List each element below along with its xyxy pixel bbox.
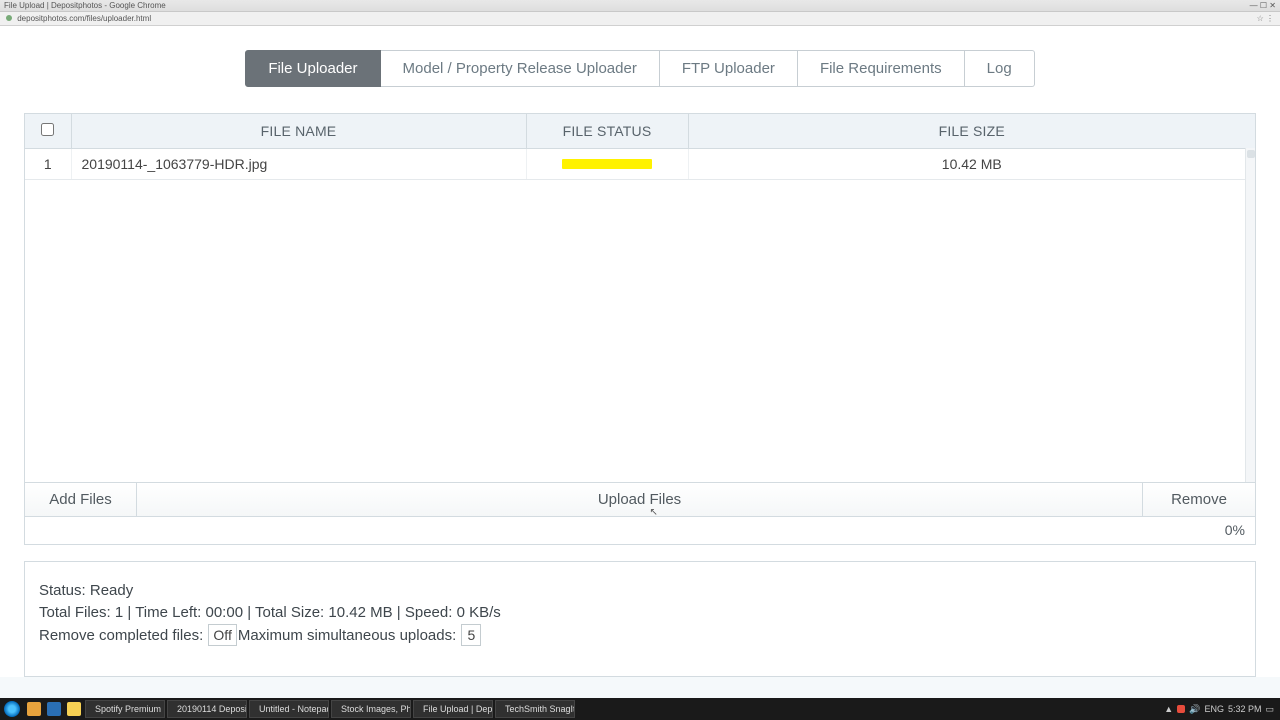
- taskbar-item-label: Untitled - Notepad: [259, 704, 329, 714]
- max-uploads-label: Maximum simultaneous uploads:: [238, 627, 456, 644]
- row-number: 1: [25, 149, 71, 180]
- taskbar-item[interactable]: 20190114 Depositphot…: [167, 700, 247, 718]
- max-uploads-select[interactable]: 5: [461, 624, 481, 646]
- browser-menu-icon[interactable]: ☆ ⋮: [1257, 12, 1274, 26]
- cell-file-name: 20190114-_1063779-HDR.jpg: [71, 149, 526, 180]
- table-row[interactable]: 1 20190114-_1063779-HDR.jpg 10.42 MB: [25, 149, 1255, 180]
- browser-address-bar[interactable]: depositphotos.com/files/uploader.html ☆ …: [0, 12, 1280, 26]
- total-size-value: 10.42 MB: [328, 604, 392, 621]
- col-file-size: FILE SIZE: [688, 114, 1255, 149]
- upload-files-button[interactable]: Upload Files ↖: [137, 483, 1143, 516]
- tab-log[interactable]: Log: [965, 50, 1035, 87]
- table-scroll-thumb[interactable]: [1247, 150, 1255, 158]
- tab-release-uploader[interactable]: Model / Property Release Uploader: [381, 50, 660, 87]
- browser-url: depositphotos.com/files/uploader.html: [17, 14, 151, 23]
- taskbar-item-notepad[interactable]: Untitled - Notepad: [249, 700, 329, 718]
- overall-progress-percent: 0%: [1225, 522, 1245, 538]
- taskbar-item-label: File Upload | Dep…: [423, 704, 493, 714]
- page-content: File Uploader Model / Property Release U…: [0, 26, 1280, 677]
- tray-up-icon[interactable]: ▲: [1164, 704, 1173, 714]
- speed-value: 0 KB/s: [457, 604, 501, 621]
- overall-progress-bar: 0%: [24, 517, 1256, 545]
- taskbar-pinned-icon[interactable]: [27, 702, 41, 716]
- start-button[interactable]: [4, 701, 20, 717]
- windows-taskbar[interactable]: Spotify Premium 20190114 Depositphot… Un…: [0, 698, 1280, 720]
- upload-progress-bar: [562, 159, 652, 169]
- status-line: Status: Ready: [39, 580, 1241, 602]
- add-files-button[interactable]: Add Files: [25, 483, 137, 516]
- cell-file-status: [526, 149, 688, 180]
- tray-icon[interactable]: [1177, 705, 1185, 713]
- taskbar-item-label: Stock Images, Photos…: [341, 704, 411, 714]
- time-left-label: Time Left:: [135, 604, 201, 621]
- taskbar-item-spotify[interactable]: Spotify Premium: [85, 700, 165, 718]
- select-all-checkbox[interactable]: [41, 123, 54, 136]
- tab-ftp-uploader[interactable]: FTP Uploader: [660, 50, 798, 87]
- taskbar-pinned-icon[interactable]: [47, 702, 61, 716]
- tray-volume-icon[interactable]: 🔊: [1189, 704, 1200, 715]
- remove-completed-select[interactable]: Off: [208, 624, 236, 646]
- total-files-value: 1: [115, 604, 123, 621]
- status-panel: Status: Ready Total Files: 1 | Time Left…: [24, 561, 1256, 677]
- time-left-value: 00:00: [206, 604, 244, 621]
- tray-lang[interactable]: ENG: [1204, 704, 1224, 714]
- status-options-line: Remove completed files: OffMaximum simul…: [39, 624, 1241, 647]
- lock-icon: [6, 15, 12, 21]
- tab-file-uploader[interactable]: File Uploader: [245, 50, 380, 87]
- status-value: Ready: [90, 582, 133, 599]
- col-file-status: FILE STATUS: [526, 114, 688, 149]
- window-controls[interactable]: — ☐ ✕: [1250, 0, 1276, 11]
- status-stats-line: Total Files: 1 | Time Left: 00:00 | Tota…: [39, 602, 1241, 624]
- taskbar-pinned-icon[interactable]: [67, 702, 81, 716]
- total-files-label: Total Files:: [39, 604, 111, 621]
- total-size-label: Total Size:: [255, 604, 324, 621]
- table-scrollbar[interactable]: [1245, 148, 1255, 482]
- cursor-icon: ↖: [650, 507, 658, 515]
- speed-label: Speed:: [405, 604, 453, 621]
- remove-button[interactable]: Remove: [1143, 483, 1255, 516]
- status-label: Status:: [39, 582, 86, 599]
- tab-file-requirements[interactable]: File Requirements: [798, 50, 965, 87]
- system-tray[interactable]: ▲ 🔊 ENG 5:32 PM ▭: [1158, 704, 1280, 715]
- taskbar-item-label: Spotify Premium: [95, 704, 161, 714]
- cell-file-size: 10.42 MB: [688, 149, 1255, 180]
- tray-time[interactable]: 5:32 PM: [1228, 704, 1262, 714]
- browser-tab-title: File Upload | Depositphotos - Google Chr…: [4, 0, 166, 11]
- taskbar-item[interactable]: Stock Images, Photos…: [331, 700, 411, 718]
- select-all-header[interactable]: [25, 114, 71, 149]
- upload-files-label: Upload Files: [598, 491, 681, 508]
- taskbar-item-label: TechSmith SnagIt Re…: [505, 704, 575, 714]
- col-file-name: FILE NAME: [71, 114, 526, 149]
- remove-completed-label: Remove completed files:: [39, 627, 203, 644]
- tray-notifications-icon[interactable]: ▭: [1265, 704, 1274, 715]
- browser-titlebar: File Upload | Depositphotos - Google Chr…: [0, 0, 1280, 12]
- taskbar-item-snagit[interactable]: TechSmith SnagIt Re…: [495, 700, 575, 718]
- taskbar-item-label: 20190114 Depositphot…: [177, 704, 247, 714]
- uploader-tabs: File Uploader Model / Property Release U…: [24, 50, 1256, 87]
- file-actions: Add Files Upload Files ↖ Remove: [24, 483, 1256, 517]
- taskbar-item-chrome[interactable]: File Upload | Dep…: [413, 700, 493, 718]
- file-table: FILE NAME FILE STATUS FILE SIZE 1 201901…: [24, 113, 1256, 483]
